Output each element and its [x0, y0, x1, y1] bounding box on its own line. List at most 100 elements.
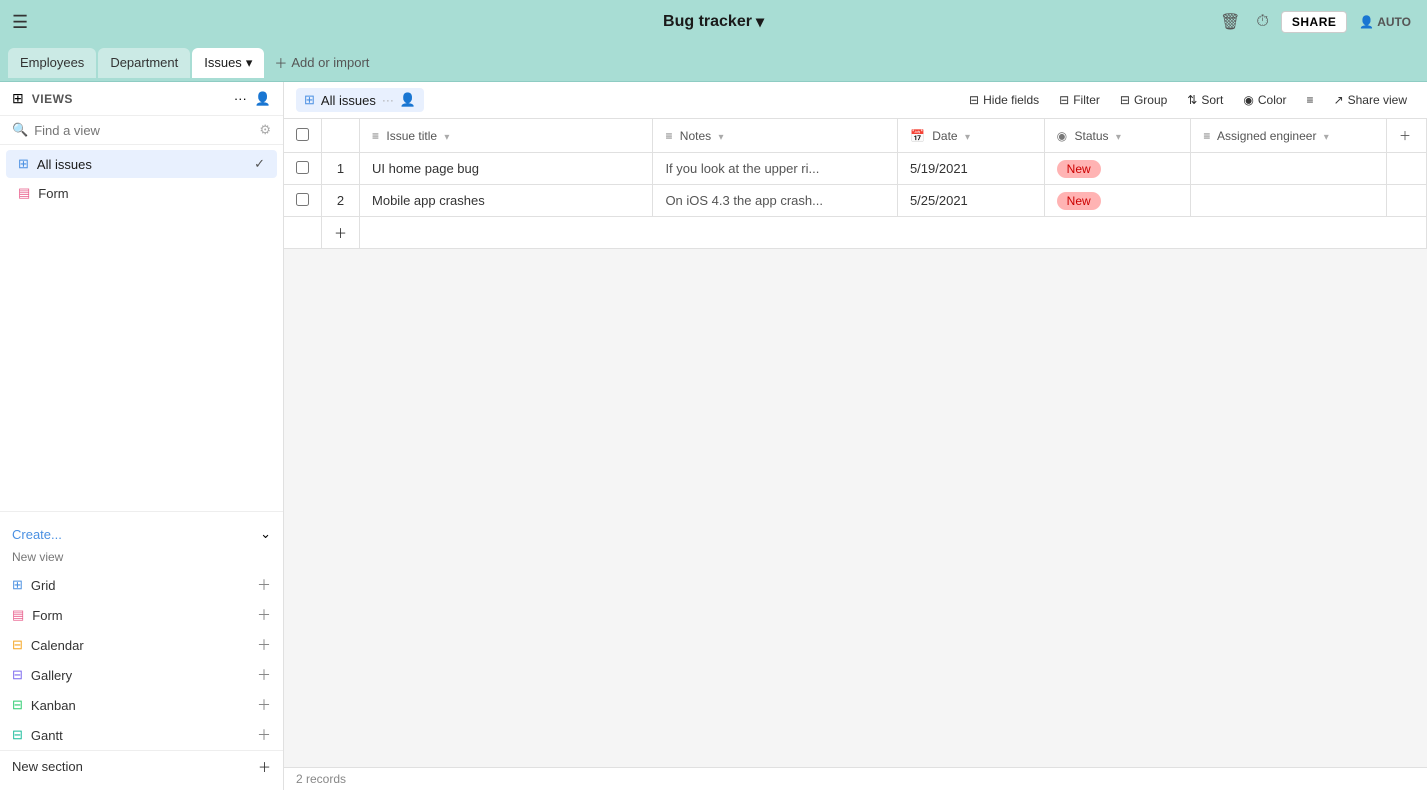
- title-dropdown-icon[interactable]: ▾: [756, 12, 764, 32]
- auto-button[interactable]: 👤 AUTO: [1355, 13, 1415, 31]
- create-item-gallery[interactable]: ⊟ Gallery ＋: [0, 660, 283, 690]
- add-row-plus[interactable]: ＋: [322, 217, 360, 249]
- hide-fields-button[interactable]: ⊟ Hide fields: [961, 89, 1047, 111]
- add-row-checkbox-col: [284, 217, 322, 249]
- create-item-calendar[interactable]: ⊟ Calendar ＋: [0, 630, 283, 660]
- row-1-checkbox[interactable]: [296, 161, 309, 174]
- trash-button[interactable]: 🗑: [1216, 10, 1244, 34]
- all-issues-view-btn[interactable]: ⊞ All issues ··· 👤: [296, 88, 424, 112]
- sidebar-item-all-issues[interactable]: ⊞ All issues ✓: [6, 150, 277, 178]
- ellipsis-icon[interactable]: ···: [234, 91, 247, 106]
- status-col-arrow: ▾: [1116, 132, 1121, 143]
- row-2-status[interactable]: New: [1044, 185, 1191, 217]
- content-toolbar: ⊞ All issues ··· 👤 ⊟ Hide fields ⊟ Filte…: [284, 82, 1427, 119]
- add-calendar-icon[interactable]: ＋: [257, 635, 271, 655]
- create-item-kanban[interactable]: ⊟ Kanban ＋: [0, 690, 283, 720]
- main-layout: ⊞ VIEWS ··· 👤 🔍 ⚙ ⊞ All issues ✓ ▤ Form: [0, 82, 1427, 790]
- sidebar-bottom: Create... ⌄ New view ⊞ Grid ＋ ▤ Form ＋ ⊟…: [0, 511, 283, 790]
- create-item-label: Gallery: [31, 668, 72, 683]
- col-header-notes[interactable]: ≡ Notes ▾: [653, 119, 898, 153]
- add-section-icon[interactable]: ＋: [258, 757, 271, 776]
- row-2-engineer[interactable]: [1191, 185, 1387, 217]
- tab-department-label: Department: [110, 55, 178, 70]
- tab-issues[interactable]: Issues ▾: [192, 48, 264, 78]
- share-view-icon: ↗: [1334, 93, 1344, 107]
- new-section-bar[interactable]: New section ＋: [0, 750, 283, 782]
- history-button[interactable]: ⏱: [1252, 11, 1272, 33]
- sidebar-item-form[interactable]: ▤ Form: [6, 179, 277, 207]
- tab-issues-label: Issues: [204, 55, 242, 70]
- add-gallery-icon[interactable]: ＋: [257, 665, 271, 685]
- add-kanban-icon[interactable]: ＋: [257, 695, 271, 715]
- col-header-date[interactable]: 📅 Date ▾: [897, 119, 1044, 153]
- sidebar-item-label: Form: [38, 186, 68, 201]
- row-1-issue-title[interactable]: UI home page bug: [360, 153, 653, 185]
- grid-view-icon: ⊞: [304, 92, 315, 108]
- grid-container: ≡ Issue title ▾ ≡ Notes ▾ 📅 Date ▾: [284, 119, 1427, 767]
- content-area: ⊞ All issues ··· 👤 ⊟ Hide fields ⊟ Filte…: [284, 82, 1427, 790]
- filter-button[interactable]: ⊟ Filter: [1051, 89, 1108, 111]
- add-row-cell[interactable]: [360, 217, 1427, 249]
- row-1-status[interactable]: New: [1044, 153, 1191, 185]
- create-item-label: Calendar: [31, 638, 84, 653]
- data-table: ≡ Issue title ▾ ≡ Notes ▾ 📅 Date ▾: [284, 119, 1427, 249]
- people-view-icon[interactable]: 👤: [400, 92, 416, 108]
- grid-icon: ⊞: [12, 577, 23, 593]
- create-item-label: Form: [32, 608, 62, 623]
- form-icon: ▤: [12, 607, 24, 623]
- sidebar: ⊞ VIEWS ··· 👤 🔍 ⚙ ⊞ All issues ✓ ▤ Form: [0, 82, 284, 790]
- row-2-checkbox[interactable]: [296, 193, 309, 206]
- people-icon[interactable]: 👤: [255, 91, 271, 107]
- table-header-row: ≡ Issue title ▾ ≡ Notes ▾ 📅 Date ▾: [284, 119, 1427, 153]
- add-column-button[interactable]: ＋: [1387, 119, 1427, 153]
- col-header-status[interactable]: ◉ Status ▾: [1044, 119, 1191, 153]
- color-button[interactable]: ◉ Color: [1235, 89, 1294, 111]
- create-item-form[interactable]: ▤ Form ＋: [0, 600, 283, 630]
- create-item-gantt[interactable]: ⊟ Gantt ＋: [0, 720, 283, 750]
- add-row[interactable]: ＋: [284, 217, 1427, 249]
- create-item-grid[interactable]: ⊞ Grid ＋: [0, 570, 283, 600]
- add-or-import-button[interactable]: ＋ Add or import: [266, 49, 377, 76]
- gear-icon[interactable]: ⚙: [259, 122, 271, 138]
- select-all-checkbox[interactable]: [296, 128, 309, 141]
- status-badge-new: New: [1057, 192, 1101, 210]
- new-section-label: New section: [12, 759, 83, 774]
- hamburger-icon[interactable]: ☰: [12, 12, 28, 33]
- row-2-num: 2: [322, 185, 360, 217]
- share-button[interactable]: SHARE: [1281, 11, 1348, 33]
- top-bar: ☰ Bug tracker ▾ 🗑 ⏱ SHARE 👤 AUTO: [0, 0, 1427, 44]
- rows-button[interactable]: ≡: [1299, 89, 1322, 111]
- nav-tabs: Employees Department Issues ▾ ＋ Add or i…: [0, 44, 1427, 82]
- tab-department[interactable]: Department: [98, 48, 190, 78]
- row-checkbox-col: [284, 185, 322, 217]
- row-2-issue-title[interactable]: Mobile app crashes: [360, 185, 653, 217]
- group-button[interactable]: ⊟ Group: [1112, 89, 1175, 111]
- create-item-label: Gantt: [31, 728, 63, 743]
- tab-issues-arrow: ▾: [246, 55, 253, 71]
- table-row: 2 Mobile app crashes On iOS 4.3 the app …: [284, 185, 1427, 217]
- row-checkbox-col: [284, 153, 322, 185]
- grid-icon: ⊞: [12, 90, 24, 107]
- row-1-num: 1: [322, 153, 360, 185]
- search-input[interactable]: [34, 123, 253, 138]
- share-view-button[interactable]: ↗ Share view: [1326, 89, 1415, 111]
- check-icon: ✓: [254, 156, 265, 172]
- row-2-date[interactable]: 5/25/2021: [897, 185, 1044, 217]
- col-header-engineer[interactable]: ≡ Assigned engineer ▾: [1191, 119, 1387, 153]
- ellipsis-icon[interactable]: ···: [382, 93, 394, 107]
- add-grid-icon[interactable]: ＋: [257, 575, 271, 595]
- create-item-label: Kanban: [31, 698, 76, 713]
- add-gantt-icon[interactable]: ＋: [257, 725, 271, 745]
- row-1-engineer[interactable]: [1191, 153, 1387, 185]
- row-1-date[interactable]: 5/19/2021: [897, 153, 1044, 185]
- add-form-icon[interactable]: ＋: [257, 605, 271, 625]
- row-1-notes[interactable]: If you look at the upper ri...: [653, 153, 898, 185]
- sidebar-search: 🔍 ⚙: [0, 116, 283, 145]
- chevron-down-icon: ⌄: [260, 526, 271, 542]
- col-header-issue-title[interactable]: ≡ Issue title ▾: [360, 119, 653, 153]
- create-section[interactable]: Create... ⌄: [0, 520, 283, 548]
- row-2-notes[interactable]: On iOS 4.3 the app crash...: [653, 185, 898, 217]
- tab-employees[interactable]: Employees: [8, 48, 96, 78]
- sort-button[interactable]: ⇅ Sort: [1179, 89, 1231, 111]
- notes-col-icon: ≡: [665, 129, 672, 143]
